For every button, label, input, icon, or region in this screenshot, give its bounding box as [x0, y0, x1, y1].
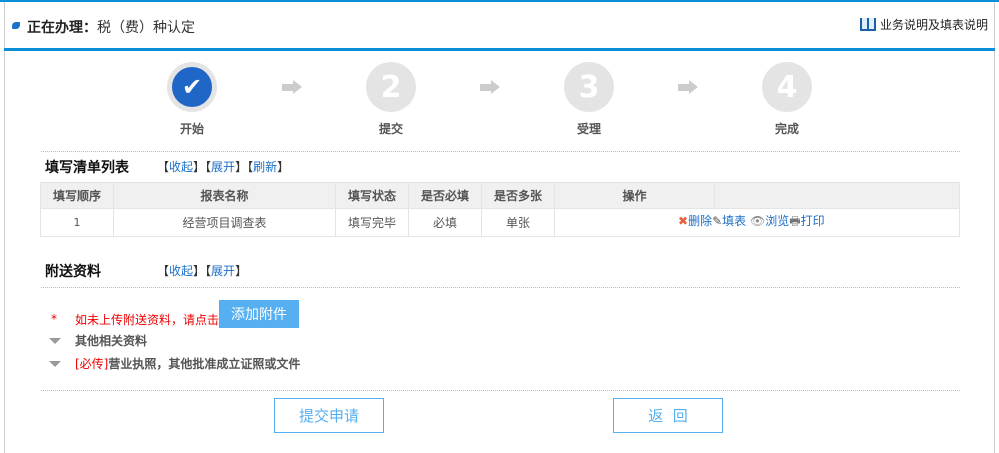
- step-submit: 2 提交: [361, 62, 421, 137]
- eye-icon: 👁: [749, 214, 766, 228]
- attach-item[interactable]: [必传] 营业执照，其他批准成立证照或文件: [49, 355, 300, 372]
- step-number: 2: [366, 62, 416, 112]
- notice-text: 如未上传附送资料，请点击: [75, 312, 220, 327]
- required-tag: [必传]: [75, 357, 109, 371]
- title-label: 正在办理：: [27, 20, 97, 36]
- book-icon: [859, 18, 876, 31]
- main-panel: ✔ 开始 2 提交 3 受理 4 完成 填写清单列表 【收起】【展开】【刷新】 填写顺序…: [4, 51, 995, 453]
- table-row: 1 经营项目调查表 填写完毕 必填 单张 ✖删除✎填表 👁浏览🖶打印: [40, 208, 960, 237]
- col-multi: 是否多张: [481, 182, 555, 209]
- fill-link[interactable]: 填表: [722, 214, 746, 228]
- attach-item-text: 营业执照，其他批准成立证照或文件: [108, 357, 301, 371]
- pencil-icon: ✎: [712, 214, 723, 228]
- view-link[interactable]: 浏览: [765, 214, 789, 228]
- expand-link[interactable]: 展开: [211, 160, 235, 174]
- help-text: 业务说明及填表说明: [879, 18, 988, 32]
- header: 正在办理：税（费）种认定 业务说明及填表说明: [4, 2, 995, 48]
- col-blank: [714, 182, 960, 209]
- step-number: 3: [564, 62, 614, 112]
- list-actions: 【收起】【展开】【刷新】: [157, 160, 290, 174]
- cell-name: 经营项目调查表: [113, 208, 336, 237]
- collapse-link[interactable]: 收起: [169, 160, 193, 174]
- list-section-title: 填写清单列表: [45, 160, 129, 176]
- page-title: 正在办理：税（费）种认定: [27, 17, 195, 37]
- check-icon: ✔: [167, 62, 217, 112]
- step-label: 受理: [576, 122, 601, 136]
- print-link[interactable]: 打印: [801, 214, 825, 228]
- attach-section-title: 附送资料: [45, 264, 101, 280]
- triangle-down-icon: [49, 337, 61, 344]
- table-header: 填写顺序 报表名称 填写状态 是否必填 是否多张 操作: [40, 182, 960, 209]
- col-status: 填写状态: [335, 182, 409, 209]
- form-list-table: 填写顺序 报表名称 填写状态 是否必填 是否多张 操作 1 经营项目调查表 填写…: [40, 182, 960, 237]
- step-number: 4: [762, 62, 812, 112]
- submit-button[interactable]: 提交申请: [274, 398, 384, 433]
- divider: [41, 390, 960, 391]
- cell-order: 1: [40, 208, 114, 237]
- col-required: 是否必填: [408, 182, 482, 209]
- step-label: 开始: [179, 122, 204, 136]
- back-button[interactable]: 返 回: [613, 398, 723, 433]
- expand-link[interactable]: 展开: [211, 264, 235, 278]
- triangle-down-icon: [49, 360, 61, 367]
- refresh-link[interactable]: 刷新: [253, 160, 277, 174]
- divider: [41, 151, 960, 152]
- col-name: 报表名称: [113, 182, 336, 209]
- collapse-link[interactable]: 收起: [169, 264, 193, 278]
- divider: [41, 287, 960, 288]
- help-link[interactable]: 业务说明及填表说明: [859, 16, 988, 33]
- step-accept: 3 受理: [559, 62, 619, 137]
- col-actions: 操作: [554, 182, 715, 209]
- delete-icon: ✖: [678, 214, 689, 228]
- col-order: 填写顺序: [40, 182, 114, 209]
- required-star: *: [51, 312, 57, 326]
- step-label: 完成: [774, 122, 799, 136]
- step-complete: 4 完成: [757, 62, 817, 137]
- bullet-icon: [12, 22, 20, 29]
- title-text: 税（费）种认定: [97, 20, 195, 36]
- cell-actions: ✖删除✎填表 👁浏览🖶打印: [554, 208, 960, 237]
- attach-notice: * 如未上传附送资料，请点击 添加附件: [51, 300, 300, 333]
- step-start: ✔ 开始: [162, 62, 222, 137]
- cell-multi: 单张: [481, 208, 555, 237]
- attach-actions: 【收起】【展开】: [157, 264, 248, 278]
- printer-icon: 🖶: [789, 214, 801, 228]
- attach-item[interactable]: 其他相关资料: [49, 332, 147, 349]
- delete-link[interactable]: 删除: [688, 214, 712, 228]
- cell-status: 填写完毕: [335, 208, 409, 237]
- attach-item-text: 其他相关资料: [75, 334, 148, 348]
- add-attachment-button[interactable]: 添加附件: [219, 300, 300, 328]
- step-label: 提交: [378, 122, 403, 136]
- cell-required: 必填: [408, 208, 482, 237]
